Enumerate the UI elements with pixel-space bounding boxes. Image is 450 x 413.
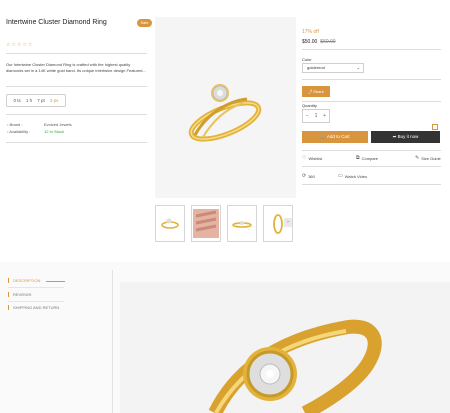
divider bbox=[302, 150, 441, 151]
vertical-divider bbox=[112, 270, 113, 413]
divider bbox=[6, 114, 147, 115]
view-360-button[interactable]: ⟳ 360 bbox=[302, 173, 315, 179]
divider bbox=[6, 53, 147, 54]
divider bbox=[6, 142, 147, 143]
share-button[interactable]: ⤴ Share bbox=[302, 86, 330, 97]
ring-thumbnail bbox=[232, 221, 252, 228]
rotate-360-icon: ⟳ bbox=[302, 173, 307, 179]
ring-image bbox=[188, 84, 262, 142]
watch-video-button[interactable]: ▭ Watch Video bbox=[338, 173, 367, 179]
color-select[interactable]: goldenrod ⌄ bbox=[302, 63, 364, 73]
product-page: Intertwine Cluster Diamond Ring Sale ☆☆☆… bbox=[0, 0, 450, 413]
ring-closeup-image bbox=[208, 319, 382, 413]
ring-thumbnail bbox=[161, 218, 179, 229]
tab-shipping-and-return[interactable]: SHIPPING AND RETURN bbox=[8, 305, 59, 310]
tab-description[interactable]: DESCRIPTION bbox=[8, 278, 40, 283]
compare-link[interactable]: ⧉ Compare bbox=[356, 155, 378, 161]
old-price: $60.00 bbox=[320, 39, 336, 45]
discount-label: 17% off bbox=[302, 29, 319, 35]
quantity-value[interactable]: 1 bbox=[315, 113, 318, 119]
timer-hours: 1 h bbox=[25, 98, 33, 103]
timer-days: 0 ts bbox=[13, 98, 21, 103]
quantity-stepper[interactable]: − 1 + bbox=[302, 109, 330, 123]
plus-icon[interactable]: + bbox=[323, 113, 326, 119]
arrow-icon: ➦ bbox=[392, 134, 397, 139]
description-image bbox=[120, 282, 450, 413]
bullet-icon: • bbox=[7, 122, 9, 127]
video-icon: ▭ bbox=[338, 173, 343, 179]
brand-label: • Brand : bbox=[7, 122, 23, 127]
compare-icon: ⧉ bbox=[356, 155, 360, 161]
buy-now-button[interactable]: ➦ Buy it now bbox=[371, 131, 440, 143]
heart-icon: ♡ bbox=[302, 155, 307, 161]
divider bbox=[302, 79, 441, 80]
divider bbox=[302, 49, 441, 50]
checkbox[interactable] bbox=[432, 124, 438, 130]
quantity-label: Quantity bbox=[302, 103, 317, 108]
active-tab-indicator bbox=[46, 281, 65, 282]
tab-reviews[interactable]: REVIEWS bbox=[8, 292, 31, 297]
ruler-icon: ✎ bbox=[415, 155, 420, 161]
timer-secs: 3 ps bbox=[49, 98, 59, 103]
sale-badge: Sale bbox=[137, 19, 152, 27]
color-label: Color bbox=[302, 57, 312, 62]
rating-stars[interactable]: ☆☆☆☆☆ bbox=[6, 42, 33, 48]
thumbnail-3[interactable] bbox=[227, 205, 257, 242]
availability-label: • Availability : bbox=[7, 129, 31, 134]
divider bbox=[302, 166, 441, 167]
countdown-timer: 0 ts 1 h 7 pt 3 ps bbox=[6, 94, 66, 107]
minus-icon[interactable]: − bbox=[306, 113, 309, 119]
size-guide-link[interactable]: ✎ Size Guide bbox=[415, 155, 441, 161]
thumbnail-2[interactable] bbox=[191, 205, 221, 242]
chevron-down-icon: ⌄ bbox=[356, 65, 360, 70]
divider bbox=[6, 86, 147, 87]
current-price: $50.00 bbox=[302, 39, 318, 45]
add-to-cart-button[interactable]: 🛒 Add to Cart bbox=[302, 131, 368, 143]
price: $50.00 $60.00 bbox=[302, 39, 336, 45]
divider bbox=[302, 101, 441, 102]
cart-icon: 🛒 bbox=[320, 134, 326, 139]
thumbnail-1[interactable] bbox=[155, 205, 185, 242]
hand-thumbnail bbox=[193, 209, 219, 238]
main-product-image[interactable] bbox=[155, 17, 296, 198]
tab-divider bbox=[8, 301, 64, 302]
share-icon: ⤴ bbox=[308, 89, 313, 94]
brand-value[interactable]: Evolved Jewels bbox=[44, 122, 72, 127]
tab-divider bbox=[8, 287, 64, 288]
chevron-right-icon: › bbox=[287, 219, 289, 225]
thumb-next-button[interactable]: › bbox=[284, 218, 292, 227]
wishlist-link[interactable]: ♡ Wishlist bbox=[302, 155, 322, 161]
divider bbox=[302, 184, 441, 185]
availability-value: 12 In Stock bbox=[44, 129, 65, 134]
color-select-value: goldenrod bbox=[307, 65, 325, 70]
timer-mins: 7 pt bbox=[37, 98, 45, 103]
product-description: Our Intertwine Cluster Diamond Ring is c… bbox=[6, 62, 146, 74]
product-title: Intertwine Cluster Diamond Ring bbox=[6, 19, 107, 26]
